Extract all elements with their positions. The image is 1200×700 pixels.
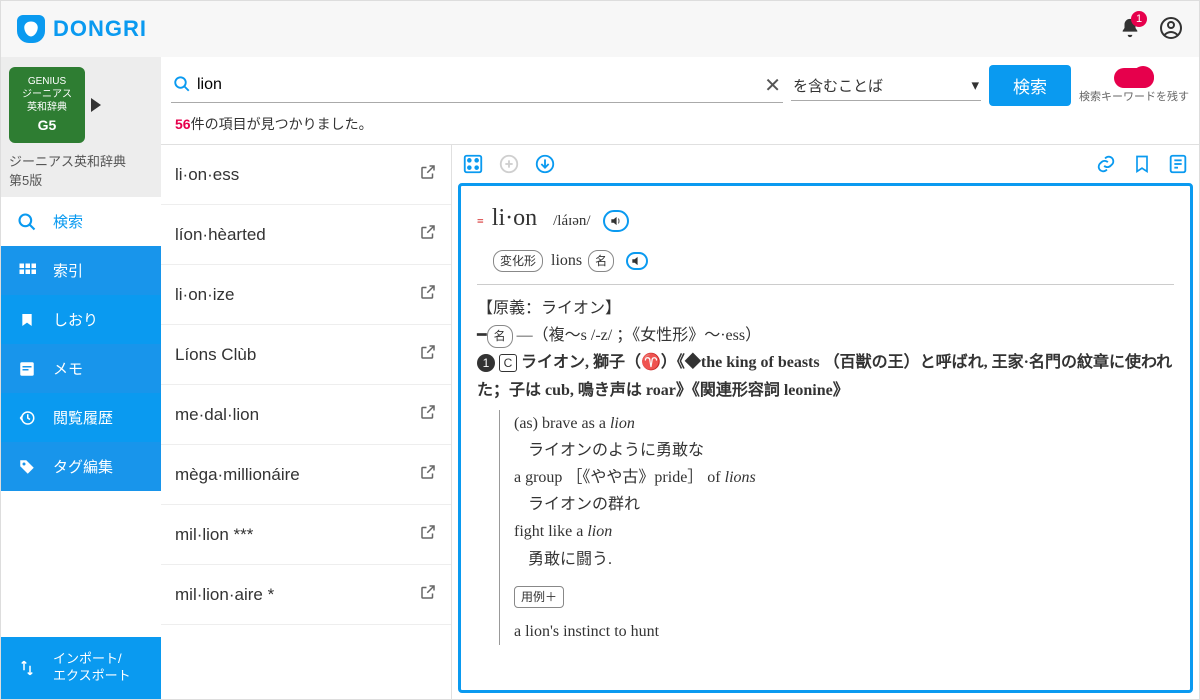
search-mode-select[interactable]: を含むことば ▾: [791, 71, 981, 101]
open-external-icon[interactable]: [419, 283, 437, 306]
sidebar-item-history[interactable]: 閲覧履歴: [1, 393, 161, 442]
pronunciation: /láɪən/: [553, 213, 591, 229]
open-external-icon[interactable]: [419, 403, 437, 426]
search-bar: ✕ を含むことば ▾ 検索 検索キーワードを残す: [161, 57, 1199, 110]
search-icon: [173, 75, 191, 96]
search-mode-label: を含むことば: [793, 75, 883, 96]
toggle-label: 検索キーワードを残す: [1079, 88, 1189, 104]
list-item-word: me·dal·lion: [175, 405, 259, 425]
content-area: ✕ を含むことば ▾ 検索 検索キーワードを残す 56件の項目が見つかりました。…: [161, 57, 1199, 699]
more-examples-button[interactable]: 用例＋: [514, 586, 564, 608]
examples: (as) brave as a lion ライオンのように勇敢な a group…: [499, 410, 1174, 646]
result-count: 56件の項目が見つかりました。: [161, 110, 1199, 144]
sidebar-item-index[interactable]: 索引: [1, 246, 161, 295]
entry-toolbar: [452, 145, 1199, 183]
list-item[interactable]: me·dal·lion: [161, 385, 451, 445]
search-input-wrap[interactable]: ✕: [171, 69, 783, 103]
add-circle-icon[interactable]: [498, 153, 520, 175]
sidebar-item-search[interactable]: 検索: [1, 197, 161, 246]
list-item-word: li·on·ess: [175, 165, 239, 185]
sidebar-item-label: 閲覧履歴: [53, 407, 113, 428]
list-item[interactable]: li·on·ess: [161, 145, 451, 205]
audio-button[interactable]: [626, 252, 648, 270]
sidebar-item-label: 検索: [53, 211, 83, 232]
chevron-down-icon: ▾: [971, 76, 979, 94]
notification-badge: 1: [1131, 11, 1147, 27]
list-item-word: Líons Clùb: [175, 345, 256, 365]
memo-icon: [17, 360, 37, 378]
download-circle-icon[interactable]: [534, 153, 556, 175]
open-external-icon[interactable]: [419, 523, 437, 546]
dictionary-cover: GENIUS ジーニアス 英和辞典 G5: [9, 67, 85, 143]
open-external-icon[interactable]: [419, 583, 437, 606]
note-icon[interactable]: [1167, 153, 1189, 175]
list-item-word: mèga·millionáire: [175, 465, 300, 485]
brand-logo-icon: [17, 15, 45, 43]
account-icon[interactable]: [1159, 16, 1183, 43]
sidebar-item-tags[interactable]: タグ編集: [1, 442, 161, 491]
sidebar-item-memo[interactable]: メモ: [1, 344, 161, 393]
bookmark-icon: [17, 311, 37, 329]
open-external-icon[interactable]: [419, 163, 437, 186]
sense-text: ライオン, 獅子（♈）《◆the king of beasts （百獣の王）と呼…: [477, 354, 1172, 398]
sidebar-item-label: 索引: [53, 260, 83, 281]
open-external-icon[interactable]: [419, 223, 437, 246]
main-layout: GENIUS ジーニアス 英和辞典 G5 ジーニアス英和辞典 第5版 検索 索引…: [1, 57, 1199, 699]
list-item[interactable]: líon·hèarted: [161, 205, 451, 265]
list-item[interactable]: li·on·ize: [161, 265, 451, 325]
search-icon: [17, 212, 37, 232]
import-export-icon: [17, 659, 37, 677]
list-item[interactable]: mèga·millionáire: [161, 445, 451, 505]
etymology: 【原義：ライオン】: [477, 295, 1174, 322]
inflection-text: lions: [551, 252, 582, 269]
entry-panel: ≡ li·on /láɪən/ 変化形 lions 名 【原義：ライオン】: [451, 145, 1199, 699]
brand-name: DONGRI: [53, 16, 147, 42]
marker-icon: ≡: [477, 214, 484, 228]
sense-number: 1: [477, 354, 495, 372]
dice-icon[interactable]: [462, 153, 484, 175]
play-icon[interactable]: [91, 98, 101, 112]
app-header: DONGRI 1: [1, 1, 1199, 57]
history-icon: [17, 409, 37, 427]
keep-keyword-toggle[interactable]: [1114, 68, 1154, 88]
search-input[interactable]: [197, 76, 758, 94]
sidebar-item-label: メモ: [53, 358, 83, 379]
list-item[interactable]: mil·lion·aire *: [161, 565, 451, 625]
search-button[interactable]: 検索: [989, 65, 1071, 106]
sidebar-item-label: インポート/ エクスポート: [53, 651, 131, 685]
results-list[interactable]: li·on·ess líon·hèarted li·on·ize Líons Clùb…: [161, 145, 451, 699]
dictionary-card[interactable]: GENIUS ジーニアス 英和辞典 G5 ジーニアス英和辞典 第5版: [1, 57, 161, 197]
grid-icon: [17, 262, 37, 280]
dictionary-name: ジーニアス英和辞典 第5版: [9, 151, 153, 189]
list-item-word: mil·lion·aire *: [175, 585, 274, 605]
forms: —（複〜s /-z/ ；《女性形》〜·ess）: [517, 327, 761, 344]
list-item-word: mil·lion ***: [175, 525, 253, 545]
sidebar-item-bookmark[interactable]: しおり: [1, 295, 161, 344]
entry-body[interactable]: ≡ li·on /láɪən/ 変化形 lions 名 【原義：ライオン】: [458, 183, 1193, 693]
list-item-word: líon·hèarted: [175, 225, 266, 245]
open-external-icon[interactable]: [419, 463, 437, 486]
open-external-icon[interactable]: [419, 343, 437, 366]
bookmark-icon[interactable]: [1131, 153, 1153, 175]
pos-label: 名: [487, 325, 513, 347]
sidebar-item-label: しおり: [53, 309, 98, 330]
clear-icon[interactable]: ✕: [764, 73, 781, 98]
countable-label: C: [499, 354, 517, 372]
sidebar-item-import-export[interactable]: インポート/ エクスポート: [1, 637, 161, 699]
brand[interactable]: DONGRI: [17, 15, 147, 43]
inflection-label: 変化形: [493, 250, 543, 272]
tag-icon: [17, 458, 37, 476]
sidebar-nav: 検索 索引 しおり メモ 閲覧履歴 タグ編集: [1, 197, 161, 491]
sidebar-item-label: タグ編集: [53, 456, 113, 477]
list-item[interactable]: Líons Clùb: [161, 325, 451, 385]
headword: li·on: [492, 205, 537, 231]
list-item[interactable]: mil·lion ***: [161, 505, 451, 565]
notifications-icon[interactable]: 1: [1119, 17, 1141, 42]
audio-button[interactable]: [603, 210, 629, 232]
example-text: a lion's instinct to hunt: [514, 618, 1174, 645]
sidebar: GENIUS ジーニアス 英和辞典 G5 ジーニアス英和辞典 第5版 検索 索引…: [1, 57, 161, 699]
link-icon[interactable]: [1095, 153, 1117, 175]
list-item-word: li·on·ize: [175, 285, 235, 305]
inflection-pos: 名: [588, 250, 614, 272]
